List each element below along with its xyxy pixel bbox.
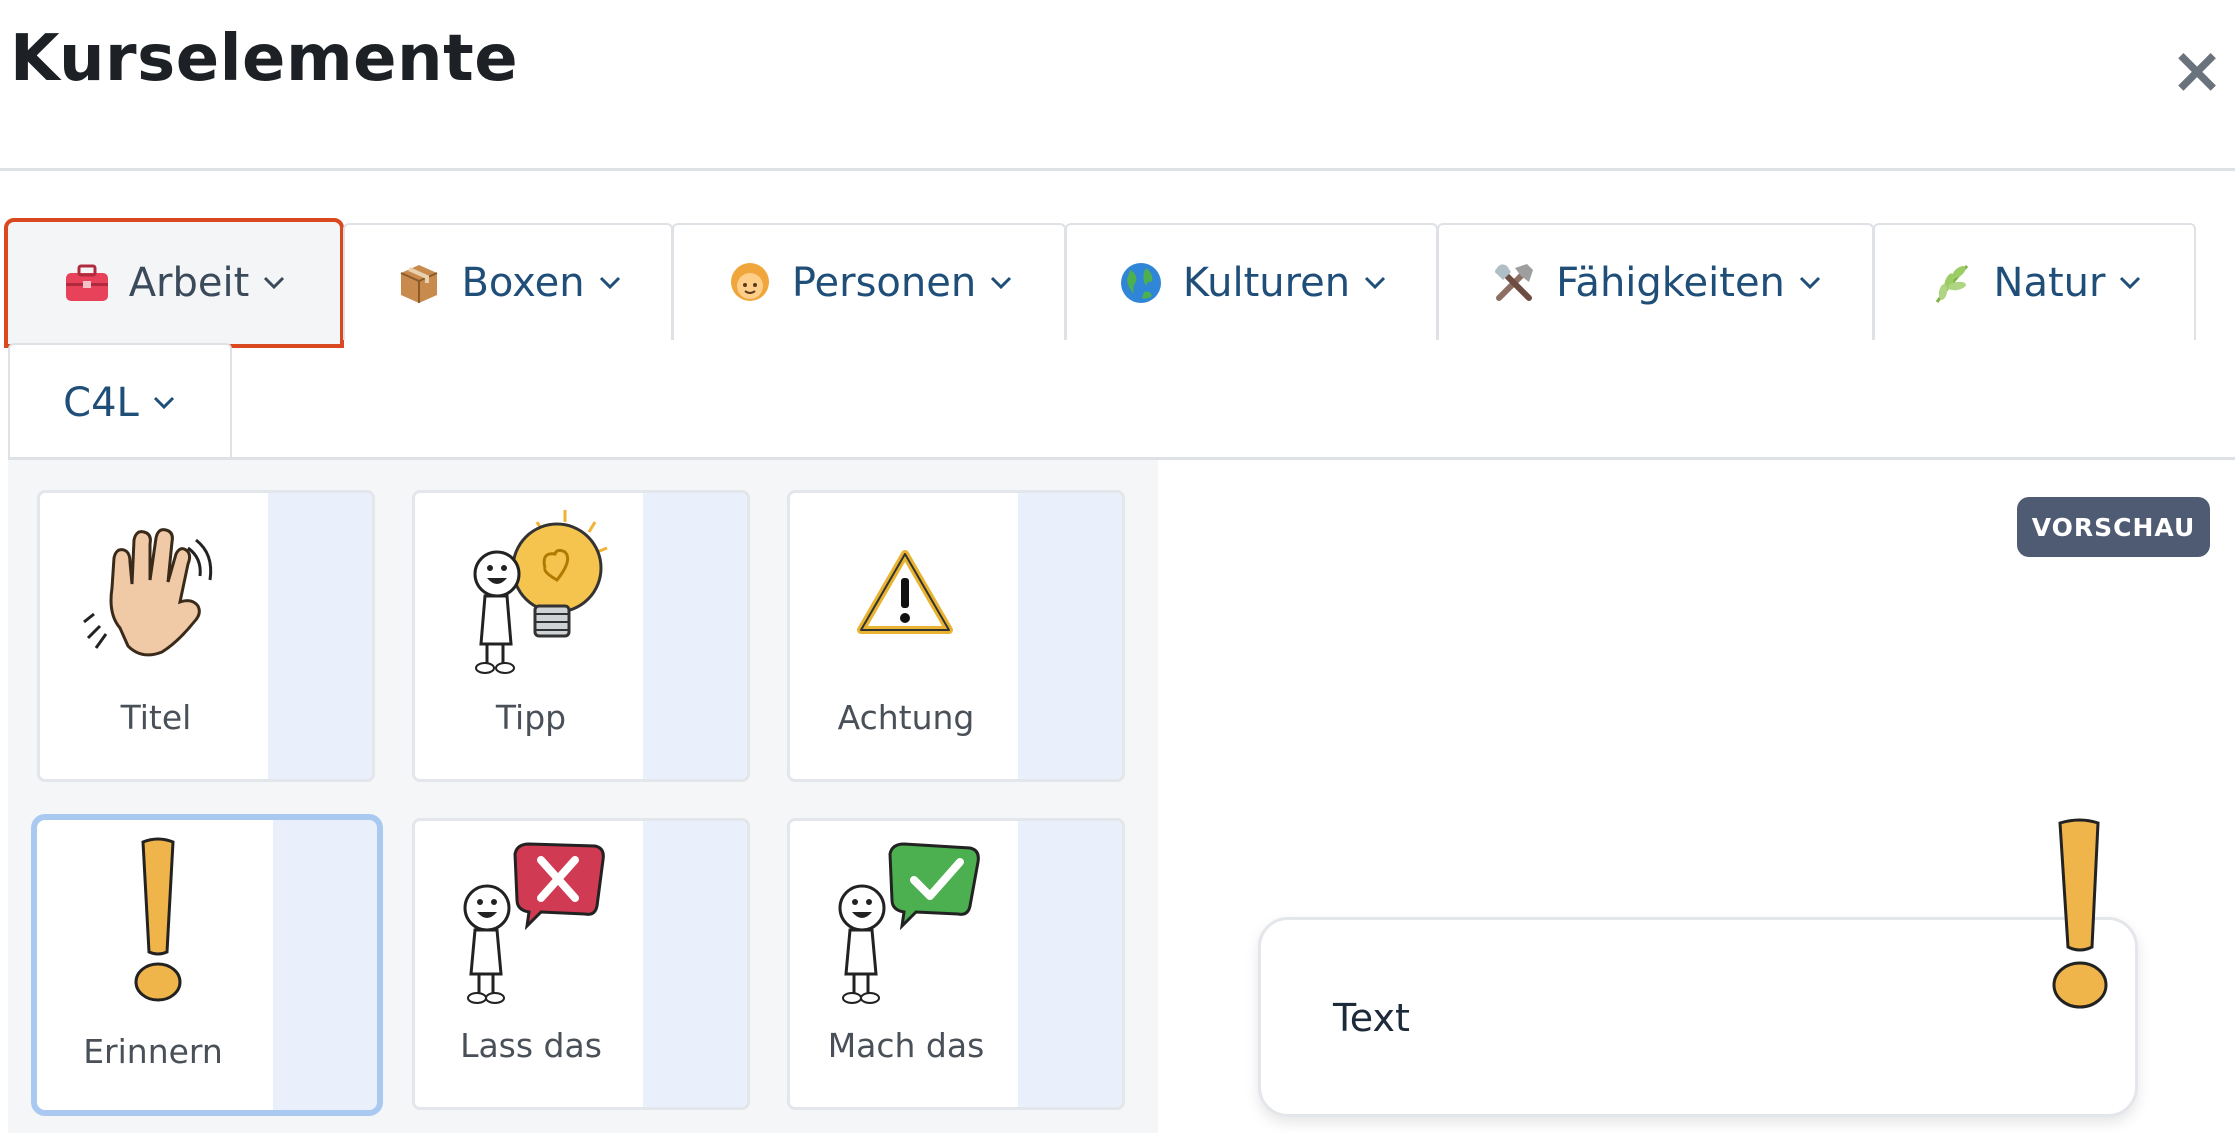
warning-icon xyxy=(810,508,1000,678)
element-card-titel[interactable]: Titel xyxy=(37,490,375,782)
exclamation-icon xyxy=(2040,815,2120,1015)
tab-c4l[interactable]: C4L xyxy=(8,343,232,460)
element-card-erinnern[interactable]: Erinnern xyxy=(31,814,383,1116)
chevron-down-icon xyxy=(261,270,287,296)
herb-icon xyxy=(1926,257,1978,309)
tab-faehigkeiten[interactable]: Fähigkeiten xyxy=(1437,223,1874,340)
lightbulb-figure-icon xyxy=(435,508,625,678)
element-card-achtung[interactable]: Achtung xyxy=(787,490,1125,782)
dont-figure-icon xyxy=(435,836,625,1006)
element-label: Erinnern xyxy=(83,1032,223,1071)
globe-icon xyxy=(1115,257,1167,309)
element-label: Achtung xyxy=(837,698,975,737)
preview-text: Text xyxy=(1333,996,1410,1040)
tab-natur[interactable]: Natur xyxy=(1873,223,2196,340)
element-card-lass-das[interactable]: Lass das xyxy=(412,818,750,1110)
exclamation-icon xyxy=(63,834,253,1004)
tab-boxen[interactable]: Boxen xyxy=(343,223,673,340)
element-label: Mach das xyxy=(827,1026,985,1065)
do-figure-icon xyxy=(810,836,1000,1006)
chevron-down-icon xyxy=(151,390,177,416)
card-stripe xyxy=(643,493,747,779)
element-card-mach-das[interactable]: Mach das xyxy=(787,818,1125,1110)
tab-label: Arbeit xyxy=(128,260,250,306)
tab-personen[interactable]: Personen xyxy=(672,223,1066,340)
tab-label: Kulturen xyxy=(1182,259,1351,306)
dialog-header: Kurselemente × xyxy=(0,0,2235,171)
card-stripe xyxy=(273,820,377,1110)
toolbox-icon xyxy=(61,257,113,309)
chevron-down-icon xyxy=(1797,270,1823,296)
tab-kulturen[interactable]: Kulturen xyxy=(1065,223,1438,340)
element-label: Tipp xyxy=(495,698,567,737)
preview-element: Text xyxy=(1258,917,2138,1117)
tab-label: Natur xyxy=(1993,259,2106,306)
tab-label: Personen xyxy=(791,259,977,306)
tab-label: Fähigkeiten xyxy=(1556,259,1785,306)
element-label: Lass das xyxy=(460,1026,602,1065)
package-icon xyxy=(393,257,445,309)
preview-badge: VORSCHAU xyxy=(2017,497,2210,557)
card-stripe xyxy=(1018,821,1122,1107)
close-icon: × xyxy=(2170,34,2224,108)
tab-arbeit[interactable]: Arbeit xyxy=(4,218,344,348)
tools-icon xyxy=(1488,257,1540,309)
card-stripe xyxy=(643,821,747,1107)
card-stripe xyxy=(268,493,372,779)
card-stripe xyxy=(1018,493,1122,779)
tab-label: C4L xyxy=(63,379,139,426)
dialog-title: Kurselemente xyxy=(10,22,519,96)
element-label: Titel xyxy=(120,698,192,737)
close-button[interactable]: × xyxy=(2167,36,2227,106)
chevron-down-icon xyxy=(2117,270,2143,296)
waving-hand-icon xyxy=(60,508,250,678)
chevron-down-icon xyxy=(597,270,623,296)
person-icon xyxy=(724,257,776,309)
element-card-tipp[interactable]: Tipp xyxy=(412,490,750,782)
chevron-down-icon xyxy=(1362,270,1388,296)
tab-label: Boxen xyxy=(461,259,585,306)
chevron-down-icon xyxy=(988,270,1014,296)
